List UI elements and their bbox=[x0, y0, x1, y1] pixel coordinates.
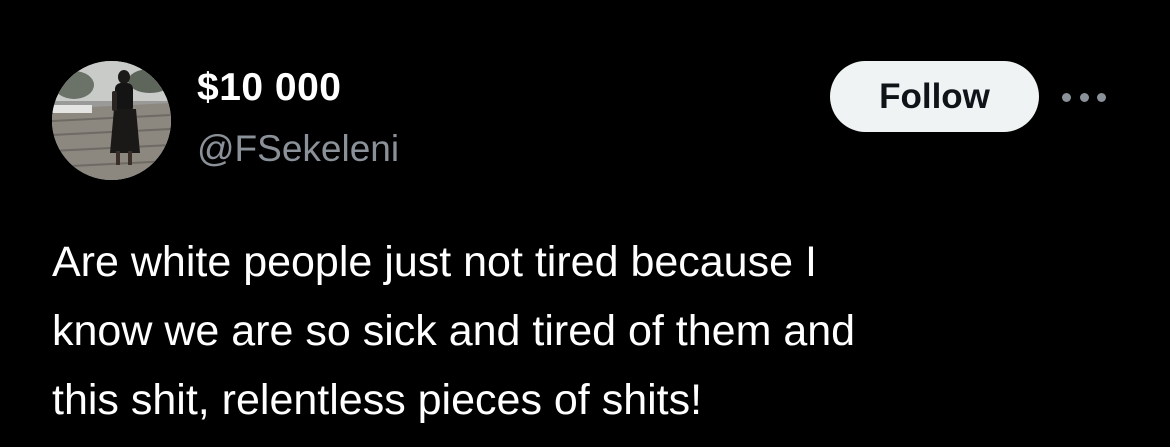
avatar-photo bbox=[52, 61, 171, 180]
tweet-text-line: Are white people just not tired because … bbox=[52, 238, 817, 286]
tweet-text: Are white people just not tired because … bbox=[52, 228, 1132, 435]
tweet-card: $10 000 @FSekeleni Follow Are white peop… bbox=[0, 0, 1170, 447]
more-dot bbox=[1097, 92, 1106, 102]
more-dot bbox=[1079, 92, 1089, 102]
avatar[interactable] bbox=[52, 61, 171, 180]
follow-button[interactable]: Follow bbox=[830, 61, 1039, 132]
user-handle[interactable]: @FSekeleni bbox=[197, 128, 399, 170]
display-name[interactable]: $10 000 bbox=[197, 66, 341, 110]
more-horizontal-icon[interactable] bbox=[1062, 84, 1106, 110]
tweet-text-line: this shit, relentless pieces of shits! bbox=[52, 376, 703, 424]
more-dot bbox=[1062, 92, 1071, 102]
tweet-text-line: know we are so sick and tired of them an… bbox=[52, 307, 856, 355]
